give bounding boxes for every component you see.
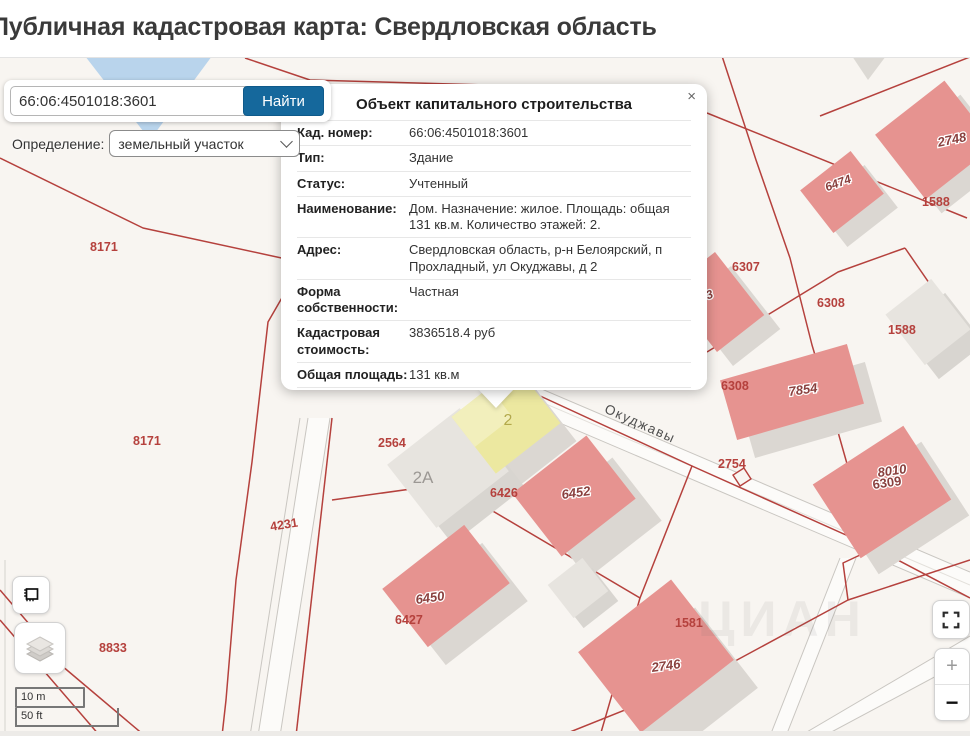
object-type-value: земельный участок: [118, 135, 244, 152]
parcel-label: 6307: [732, 260, 760, 274]
building-label-2: 2: [504, 412, 513, 429]
info-popup: × Объект капитального строительства Кад.…: [281, 84, 707, 390]
popup-row: Кад. номер: 66:06:4501018:3601: [297, 120, 691, 145]
zoom-in-button[interactable]: +: [935, 649, 969, 685]
parcel-label: 1588: [888, 323, 916, 337]
popup-row: Кадастровая стоимость: 3836518.4 руб: [297, 320, 691, 362]
fullscreen-button[interactable]: [932, 600, 970, 639]
popup-tail: [478, 389, 514, 408]
parcel-label: 6308: [721, 379, 749, 393]
app-header: Публичная кадастровая карта: Свердловска…: [0, 0, 970, 58]
find-button[interactable]: Найти: [243, 86, 324, 116]
parcel-label: 1588: [922, 195, 950, 209]
popup-row: Статус: Учтенный: [297, 170, 691, 196]
chevron-down-icon: [280, 135, 294, 148]
filter-label: Определение:: [12, 135, 105, 152]
filter-row: Определение: земельный участок: [12, 130, 301, 157]
fullscreen-icon: [942, 611, 960, 628]
parcel-label: 8833: [99, 641, 127, 655]
scale-imperial: 50 ft: [15, 708, 119, 727]
page-title: Публичная кадастровая карта: Свердловска…: [0, 13, 657, 41]
measure-button[interactable]: [12, 576, 50, 614]
popup-row: Наименование: Дом. Назначение: жилое. Пл…: [297, 195, 691, 238]
parcel-label: 6308: [817, 296, 845, 310]
watermark: ЦИАН: [698, 591, 867, 647]
parcel-label: 2564: [378, 436, 406, 450]
popup-row: Общая площадь: 131 кв.м: [297, 361, 691, 387]
zoom-out-button[interactable]: −: [935, 685, 969, 720]
parcel-label: 6427: [395, 613, 423, 627]
parcel-label: 8171: [133, 434, 161, 448]
popup-row: Форма собственности: Частная: [297, 278, 691, 321]
scale-control: 10 m 50 ft: [15, 687, 119, 727]
popup-row: Тип: Здание: [297, 145, 691, 170]
scale-metric: 10 m: [15, 687, 85, 708]
parcel-label: 6426: [490, 486, 518, 500]
page-edge: [0, 731, 970, 736]
popup-row: Адрес: Свердловская область, р-н Белоярс…: [297, 237, 691, 279]
parcel-label: 8171: [90, 240, 118, 254]
popup-row: Основные: [297, 387, 691, 390]
close-icon[interactable]: ×: [687, 89, 696, 104]
object-type-select[interactable]: земельный участок: [109, 130, 301, 157]
zoom-control: + −: [934, 648, 970, 721]
search-input[interactable]: [10, 86, 250, 116]
popup-title: Объект капитального строительства: [356, 96, 632, 113]
measure-icon: [24, 588, 39, 602]
building-label-2a: 2A: [413, 468, 434, 487]
parcel-label: 2754: [718, 457, 746, 471]
search-bar: Найти: [4, 80, 331, 122]
layers-button[interactable]: [14, 622, 66, 674]
layers-icon: [25, 636, 55, 662]
